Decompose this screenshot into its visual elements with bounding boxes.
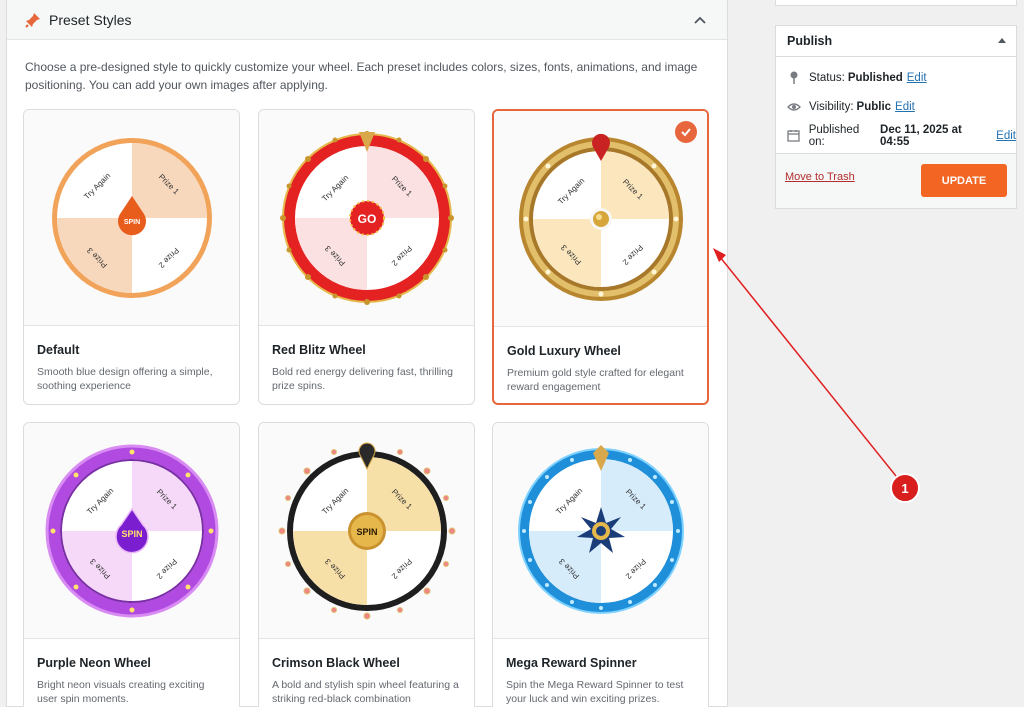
preset-card-gold-luxury[interactable]: Try Again Prize 1 Prize 2 Prize 3 Gold L… (492, 109, 709, 405)
annotation-number: 1 (901, 481, 908, 496)
publish-box: Publish Status: Published Edit Visibilit… (775, 25, 1017, 209)
preset-description: Spin the Mega Reward Spinner to test you… (506, 679, 684, 705)
preset-image: Try Again Prize 1 Prize 2 Prize 3 (494, 111, 707, 327)
published-value: Dec 11, 2025 at 04:55 (880, 123, 962, 148)
sidebar-top-box (775, 0, 1017, 6)
published-row: Published on: Dec 11, 2025 at 04:55 Edit (776, 121, 1016, 150)
wheel-center-label: SPIN (123, 219, 139, 226)
preset-name: Default (37, 343, 80, 357)
wheel-center-label: SPIN (121, 529, 142, 539)
wheel-image: Try Again Prize 1 Prize 2 Prize 3 (518, 133, 683, 301)
status-label: Status: (809, 71, 845, 84)
publish-footer: Move to Trash UPDATE (776, 153, 1016, 208)
caret-up-icon[interactable] (998, 38, 1006, 43)
pin-icon (25, 12, 41, 28)
preset-description: Bright neon visuals creating exciting us… (37, 679, 205, 705)
eye-icon (787, 100, 801, 114)
preset-image: Try Again Prize 1 Prize 2 Prize 3 SPIN (24, 423, 239, 639)
wheel-image: Try Again Prize 1 Prize 2 Prize 3 SPIN (51, 137, 212, 298)
preset-card-crimson-black[interactable]: Try Again Prize 1 Prize 2 Prize 3 SPIN C… (258, 422, 475, 707)
edit-date-link[interactable]: Edit (996, 130, 1016, 142)
wheel-image: Try Again Prize 1 Prize 2 Prize 3 SPIN (278, 442, 455, 619)
preset-card-red-blitz[interactable]: Try Again Prize 1 Prize 2 Prize 3 GO Red… (258, 109, 475, 405)
panel-title: Preset Styles (49, 11, 132, 28)
preset-name: Purple Neon Wheel (37, 656, 151, 670)
status-row: Status: Published Edit (776, 63, 1016, 92)
preset-card-purple-neon[interactable]: Try Again Prize 1 Prize 2 Prize 3 SPIN P… (23, 422, 240, 707)
edit-status-link[interactable]: Edit (907, 72, 927, 84)
preset-description: A bold and stylish spin wheel featuring … (272, 679, 459, 705)
move-to-trash-link[interactable]: Move to Trash (785, 171, 855, 183)
wheel-center-label: GO (357, 212, 376, 226)
edit-visibility-link[interactable]: Edit (895, 101, 915, 113)
preset-name: Crimson Black Wheel (272, 656, 400, 670)
wheel-image: Try Again Prize 1 Prize 2 Prize 3 GO (279, 130, 454, 305)
preset-card-default[interactable]: Try Again Prize 1 Prize 2 Prize 3 SPIN D… (23, 109, 240, 405)
published-label: Published on: (808, 123, 860, 148)
publish-title: Publish (787, 34, 833, 48)
preset-image: Try Again Prize 1 Prize 2 Prize 3 GO (259, 110, 474, 326)
visibility-row: Visibility: Public Edit (776, 92, 1016, 121)
preset-card-mega-reward[interactable]: Try Again Prize 1 Prize 2 Prize 3 Mega R… (492, 422, 709, 707)
chevron-up-icon[interactable] (691, 11, 709, 29)
panel-description: Choose a pre-designed style to quickly c… (25, 60, 698, 92)
pin-icon (787, 71, 801, 85)
status-value: Published (847, 71, 903, 84)
calendar-icon (787, 129, 801, 143)
panel-header[interactable]: Preset Styles (7, 0, 727, 40)
wheel-center-label: SPIN (356, 527, 377, 537)
visibility-label: Visibility: (809, 100, 854, 113)
preset-description: Bold red energy delivering fast, thrilli… (272, 366, 453, 392)
preset-image: Try Again Prize 1 Prize 2 Prize 3 SPIN (259, 423, 474, 639)
update-button[interactable]: UPDATE (921, 164, 1007, 197)
preset-name: Gold Luxury Wheel (507, 344, 621, 358)
preset-name: Red Blitz Wheel (272, 343, 366, 357)
preset-image: Try Again Prize 1 Prize 2 Prize 3 SPIN (24, 110, 239, 326)
publish-header[interactable]: Publish (776, 26, 1016, 57)
selected-check-icon (675, 121, 697, 143)
wheel-image: Try Again Prize 1 Prize 2 Prize 3 (517, 444, 684, 614)
preset-image: Try Again Prize 1 Prize 2 Prize 3 (493, 423, 708, 639)
preset-description: Premium gold style crafted for elegant r… (507, 367, 684, 393)
preset-name: Mega Reward Spinner (506, 656, 637, 670)
visibility-value: Public (856, 100, 892, 113)
preset-description: Smooth blue design offering a simple, so… (37, 366, 213, 392)
wheel-image: Try Again Prize 1 Prize 2 Prize 3 SPIN (45, 444, 218, 617)
